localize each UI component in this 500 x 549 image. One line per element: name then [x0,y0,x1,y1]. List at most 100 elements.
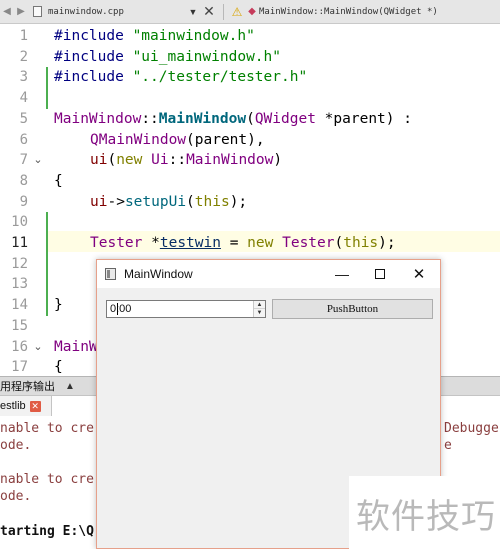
file-icon [28,0,46,24]
line-number: 7 [19,152,28,169]
code-line: ui(new Ui::MainWindow) [90,150,282,171]
line-number: 14 [11,297,28,314]
code-token: #include [54,28,133,44]
log-fragment: Debugge [444,421,499,436]
code-token: new [116,152,143,169]
code-token: *parent) : [315,110,412,127]
code-token: setupUi [124,193,187,210]
code-line: MainWindow::MainWindow(QWidget *parent) … [54,109,412,130]
change-marker [46,212,48,316]
code-token: ); [229,193,248,210]
code-token: Ui [151,152,169,169]
log-line: ode. [0,438,32,453]
code-token: { [54,359,63,376]
time-edit[interactable]: 0:00 ▲ ▼ [106,300,266,318]
code-token: Tester [90,235,143,251]
code-token: #include [54,69,133,86]
line-number-current: 11 [11,235,28,251]
code-token: MainWindow [54,110,142,127]
code-line: { [54,171,63,192]
nav-forward-icon[interactable]: ▶ [14,0,28,24]
code-token: ui [90,152,108,169]
code-token: * [142,235,160,251]
code-line: } [54,295,63,316]
editor-toolbar: ◀ ▶ mainwindow.cpp ▼ ✕ ⚠ ◆ MainWindow::M… [0,0,500,24]
code-token: :: [141,110,159,127]
line-number: 5 [19,110,28,127]
symbol-selector[interactable]: MainWindow::MainWindow(QWidget *) [259,0,438,24]
code-token: = [220,235,248,251]
code-token: this [343,235,379,251]
fold-chevron-icon[interactable]: ⌄ [32,337,44,358]
line-number: 2 [19,48,28,65]
code-token: new [247,235,274,251]
main-window-titlebar[interactable]: MainWindow — ✕ [97,260,440,288]
code-token: Tester [282,235,335,251]
code-line: Tester *testwin = new Tester(this); [90,233,396,254]
code-token: ui [90,193,108,210]
line-number: 17 [11,359,28,376]
close-button[interactable]: ✕ [399,260,439,288]
code-token: QWidget [254,110,316,127]
code-line: { [54,357,63,378]
symbol-icon: ◆ [248,6,256,17]
code-token: #include [54,48,133,65]
code-line: #include "ui_mainwindow.h" [54,47,281,68]
chevron-down-icon[interactable]: ▼ [186,0,200,24]
close-document-icon[interactable]: ✕ [200,0,218,24]
window-title: MainWindow [124,267,193,281]
minimize-button[interactable]: — [322,260,362,288]
watermark: 软件技巧 [356,497,496,537]
line-number: 6 [19,131,28,148]
line-number: 16 [11,338,28,355]
code-token: this [194,193,230,210]
close-tab-icon[interactable]: ✕ [29,400,41,412]
log-line: nable to cre [0,472,94,487]
fold-chevron-icon[interactable]: ⌄ [32,150,44,171]
code-line: #include "mainwindow.h" [54,26,255,47]
time-edit-value: 0:00 [110,303,132,315]
code-token: (parent), [186,131,265,148]
run-icon[interactable]: ▲ [65,381,75,392]
code-line: QMainWindow(parent), [90,130,265,151]
code-token: MainW [54,338,98,355]
line-number: 8 [19,172,28,189]
nav-back-icon[interactable]: ◀ [0,0,14,24]
open-file-selector[interactable]: mainwindow.cpp [46,0,186,24]
push-button[interactable]: PushButton [272,299,433,319]
spin-up-icon[interactable]: ▲ [254,301,265,309]
line-number: 10 [11,214,28,231]
code-token: } [54,297,63,314]
line-number: 15 [11,317,28,334]
line-number-gutter: 1 2 3 4 5 6 7 8 9 10 11 12 13 14 15 16 1… [0,24,48,376]
line-number: 13 [11,276,28,293]
warning-icon[interactable]: ⚠ [229,0,245,24]
spin-down-icon[interactable]: ▼ [254,309,265,317]
code-token: "mainwindow.h" [132,28,255,44]
window-app-icon [105,268,116,280]
line-number: 9 [19,193,28,210]
code-line: ui->setupUi(this); [90,192,247,213]
code-token: ( [107,152,117,169]
output-tab[interactable]: estlib ✕ [0,396,52,416]
code-token: { [54,172,63,189]
log-line: tarting E:\Q [0,524,94,539]
code-token: testwin [159,235,221,251]
code-token: :: [168,152,187,169]
code-token: ( [246,110,255,127]
text-caret [117,303,118,315]
code-token: QMainWindow [90,131,187,148]
output-tab-label: estlib [0,400,26,412]
maximize-button[interactable] [360,260,400,288]
code-token: "ui_mainwindow.h" [132,48,281,65]
line-number: 12 [11,255,28,272]
line-number: 1 [19,28,28,44]
code-token: MainWindow [186,152,274,169]
code-token: ( [186,193,195,210]
code-token: ( [334,235,344,251]
toolbar-divider [223,3,224,20]
spin-buttons[interactable]: ▲ ▼ [253,301,265,317]
line-number: 3 [19,69,28,86]
